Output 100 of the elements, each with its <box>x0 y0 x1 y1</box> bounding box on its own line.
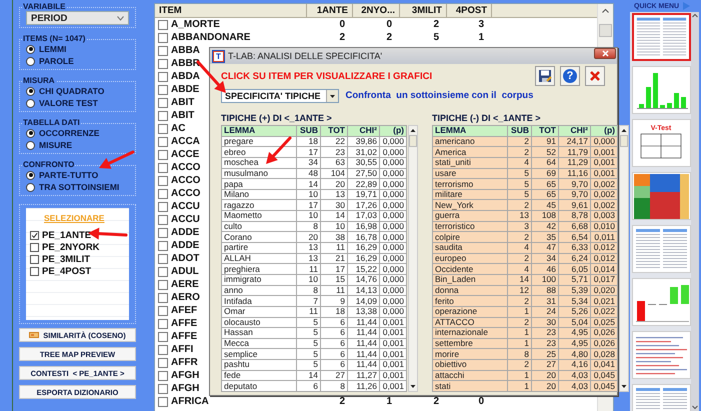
checkbox[interactable] <box>158 332 168 342</box>
radio-button[interactable] <box>26 170 35 180</box>
radio-button[interactable] <box>26 86 35 96</box>
column-header[interactable]: (p) <box>591 126 617 136</box>
table-cell[interactable]: semplice <box>222 349 296 360</box>
table-cell[interactable]: operazione <box>433 306 507 317</box>
table-cell[interactable]: Mecca <box>222 338 296 348</box>
table-cell[interactable]: stati_uniti <box>433 158 507 168</box>
item-name[interactable]: AFGH <box>171 383 200 394</box>
item-name[interactable]: ACCO <box>171 175 200 186</box>
table-cell[interactable]: Hassan <box>222 328 296 338</box>
table-cell[interactable]: ferito <box>433 296 507 306</box>
help-button[interactable]: ? <box>560 66 580 86</box>
table-cell[interactable]: ALLAH <box>222 254 296 264</box>
variable-dropdown[interactable]: PERIOD <box>26 11 129 25</box>
item-name[interactable]: ACCU <box>171 201 200 212</box>
save-button[interactable] <box>535 66 555 86</box>
checkbox[interactable] <box>158 370 168 380</box>
item-name[interactable]: ACCO <box>171 162 200 173</box>
checkbox[interactable] <box>158 162 168 172</box>
item-name[interactable]: ADUL <box>171 266 199 277</box>
close-button[interactable] <box>594 48 616 59</box>
table-cell[interactable]: terroristico <box>433 222 507 232</box>
table-cell[interactable]: partire <box>222 243 296 253</box>
table-cell[interactable]: Corano <box>222 232 296 242</box>
radio-button[interactable] <box>26 140 35 150</box>
column-header[interactable]: LEMMA <box>433 126 507 136</box>
list-item[interactable]: PE_4POST <box>42 266 92 276</box>
radio-button[interactable] <box>26 98 35 108</box>
item-name[interactable]: ADDE <box>171 240 200 251</box>
table-cell[interactable]: colpire <box>433 232 507 242</box>
checkbox[interactable] <box>158 358 168 368</box>
checkbox[interactable] <box>158 306 168 316</box>
column-header[interactable]: 4POST <box>447 4 492 18</box>
table-cell[interactable]: culto <box>222 222 296 232</box>
table-cell[interactable]: olocausto <box>222 318 296 328</box>
checkbox[interactable] <box>30 230 39 240</box>
scrollbar[interactable] <box>408 125 418 392</box>
item-name[interactable]: ADOT <box>171 253 200 264</box>
table-cell[interactable]: morire <box>433 349 507 360</box>
table-cell[interactable]: stati <box>433 381 507 392</box>
table-cell[interactable]: usare <box>433 168 507 178</box>
checkbox[interactable] <box>158 266 168 276</box>
table-cell[interactable]: Intifada <box>222 296 296 306</box>
table-cell[interactable]: ATTACCO <box>433 318 507 328</box>
table-cell[interactable]: America <box>433 147 507 157</box>
checkbox[interactable] <box>158 72 168 82</box>
item-name[interactable]: AFFR <box>171 357 198 368</box>
radio-button[interactable] <box>26 44 35 54</box>
list-item[interactable]: PE_1ANTE <box>42 230 92 240</box>
table-cell[interactable]: Omar <box>222 306 296 317</box>
checkbox[interactable] <box>30 242 39 252</box>
checkbox[interactable] <box>30 254 39 264</box>
item-name[interactable]: ACCA <box>171 136 200 147</box>
item-name[interactable]: ACCE <box>171 149 200 160</box>
item-name[interactable]: AFFI <box>171 344 194 355</box>
column-header[interactable]: 2NYO... <box>353 4 400 18</box>
table-cell[interactable]: musulmano <box>222 168 296 178</box>
table-cell[interactable]: fede <box>222 370 296 380</box>
table-cell[interactable]: Occidente <box>433 264 507 274</box>
checkbox[interactable] <box>158 240 168 250</box>
treemap-thumbnail[interactable] <box>632 172 691 220</box>
radio-button[interactable] <box>26 182 35 192</box>
table-cell[interactable]: donna <box>433 286 507 296</box>
item-name[interactable]: AFRICA <box>171 396 209 407</box>
column-header[interactable]: 1ANTE <box>307 4 353 18</box>
list-item[interactable]: PE_3MILIT <box>42 254 90 264</box>
table-cell[interactable]: Maometto <box>222 211 296 221</box>
table-cell[interactable]: saudita <box>433 243 507 253</box>
checkbox[interactable] <box>158 280 168 290</box>
close-button[interactable] <box>585 66 605 86</box>
checkbox[interactable] <box>158 228 168 238</box>
table-cell[interactable]: pregare <box>222 136 296 146</box>
checkbox[interactable] <box>158 292 168 302</box>
table-cell[interactable]: obiettivo <box>433 360 507 370</box>
checkbox[interactable] <box>158 188 168 198</box>
item-name[interactable]: ABBR <box>171 58 200 69</box>
column-header[interactable]: LEMMA <box>222 126 296 136</box>
item-name[interactable]: ABIT <box>171 97 194 108</box>
table-thumbnail[interactable] <box>632 13 691 61</box>
checkbox[interactable] <box>158 98 168 108</box>
table-cell[interactable]: papa <box>222 179 296 189</box>
bar-chart-thumbnail[interactable] <box>632 66 691 114</box>
checkbox[interactable] <box>158 254 168 264</box>
item-name[interactable]: ABDA <box>171 71 200 82</box>
table-cell[interactable]: terrorismo <box>433 179 507 189</box>
item-name[interactable]: A_MORTE <box>171 19 220 30</box>
checkbox[interactable] <box>158 150 168 160</box>
checkbox[interactable] <box>158 384 168 394</box>
table-cell[interactable]: deputato <box>222 381 296 392</box>
checkbox[interactable] <box>158 318 168 328</box>
scroll-thumb[interactable] <box>409 135 417 147</box>
scroll-thumb[interactable] <box>599 24 612 37</box>
item-name[interactable]: ABIT <box>171 110 194 121</box>
table-cell[interactable]: militare <box>433 190 507 200</box>
item-name[interactable]: AFFE <box>171 331 198 342</box>
checkbox[interactable] <box>158 176 168 186</box>
item-name[interactable]: ACCO <box>171 188 200 199</box>
checkbox[interactable] <box>158 124 168 134</box>
table-cell[interactable]: americano <box>433 136 507 146</box>
